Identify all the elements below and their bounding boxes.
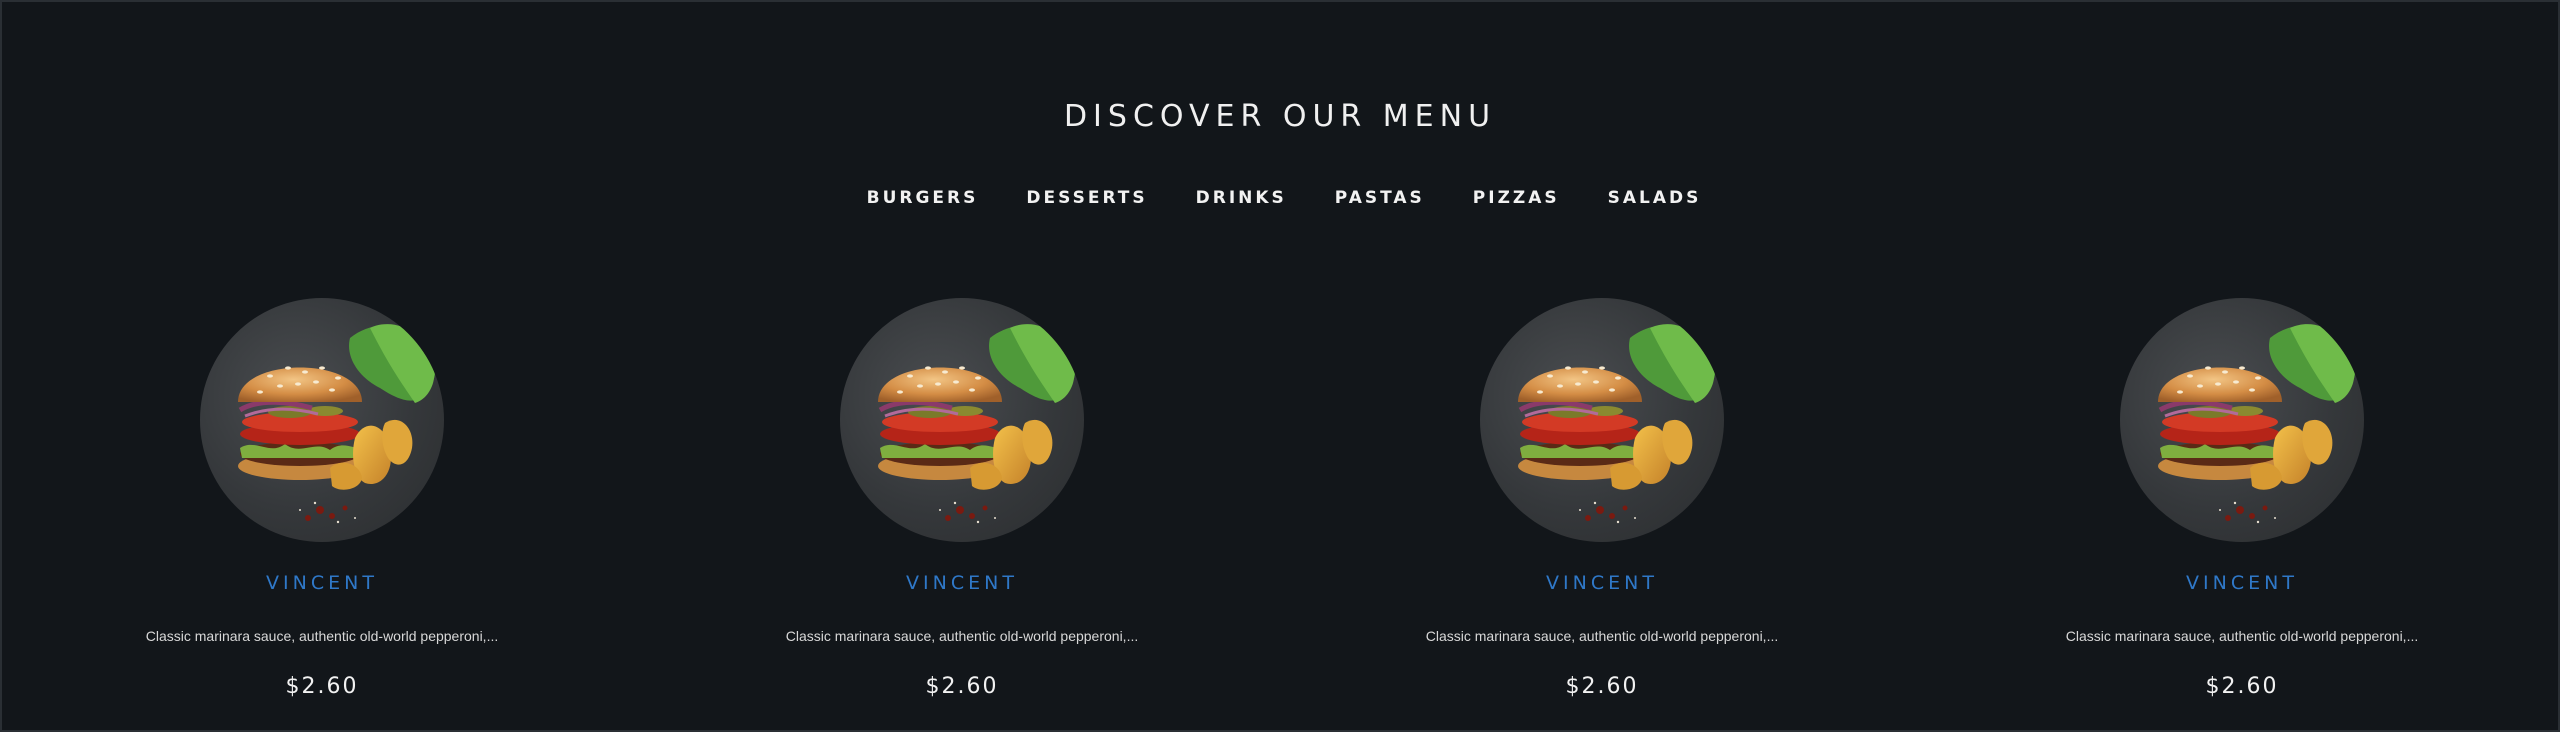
burger-image[interactable] — [840, 298, 1084, 542]
tab-pastas[interactable]: PASTAS — [1335, 188, 1425, 208]
tab-pizzas[interactable]: PIZZAS — [1473, 188, 1560, 208]
menu-item-card: VINCENT Classic marinara sauce, authenti… — [1402, 298, 1802, 699]
dish-name[interactable]: VINCENT — [2042, 572, 2442, 594]
burger-image[interactable] — [1480, 298, 1724, 542]
menu-title: DISCOVER OUR MENU — [1063, 99, 1497, 134]
burger-image[interactable] — [2120, 298, 2364, 542]
dish-description: Classic marinara sauce, authentic old-wo… — [1425, 628, 1779, 644]
dish-price: $2.60 — [285, 674, 359, 699]
burger-image[interactable] — [200, 298, 444, 542]
category-tabs: BURGERS DESSERTS DRINKS PASTAS PIZZAS SA… — [2, 188, 2558, 208]
dish-price: $2.60 — [2205, 674, 2279, 699]
tab-burgers[interactable]: BURGERS — [867, 188, 979, 208]
menu-item-card: VINCENT Classic marinara sauce, authenti… — [762, 298, 1162, 699]
dish-price: $2.60 — [925, 674, 999, 699]
dish-name[interactable]: VINCENT — [1402, 572, 1802, 594]
dish-name[interactable]: VINCENT — [762, 572, 1162, 594]
tab-drinks[interactable]: DRINKS — [1196, 188, 1287, 208]
dish-name[interactable]: VINCENT — [122, 572, 522, 594]
dish-price: $2.60 — [1565, 674, 1639, 699]
menu-item-card: VINCENT Classic marinara sauce, authenti… — [2042, 298, 2442, 699]
menu-section: DISCOVER OUR MENU BURGERS DESSERTS DRINK… — [0, 0, 2560, 732]
dish-description: Classic marinara sauce, authentic old-wo… — [2065, 628, 2419, 644]
menu-item-card: VINCENT Classic marinara sauce, authenti… — [122, 298, 522, 699]
tab-salads[interactable]: SALADS — [1608, 188, 1702, 208]
dish-description: Classic marinara sauce, authentic old-wo… — [785, 628, 1139, 644]
dish-description: Classic marinara sauce, authentic old-wo… — [145, 628, 499, 644]
tab-desserts[interactable]: DESSERTS — [1026, 188, 1147, 208]
